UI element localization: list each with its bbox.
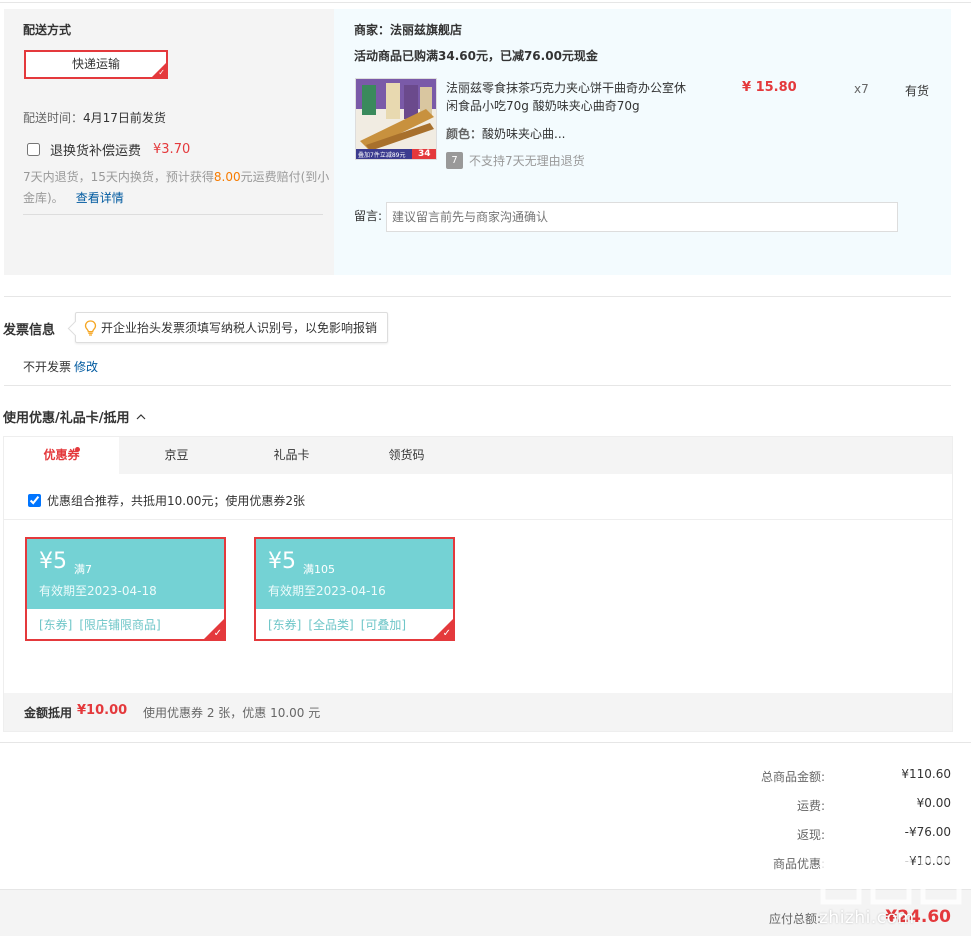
message-input[interactable] — [386, 202, 898, 232]
invoice-tip-text: 开企业抬头发票须填写纳税人识别号，以免影响报销 — [101, 321, 378, 335]
invoice-modify-link[interactable]: 修改 — [74, 360, 98, 374]
coupon-summary-amount: ¥10.00 — [77, 703, 128, 718]
merchant-name: 商家：法丽兹旗舰店 — [354, 21, 462, 38]
return-insurance-label: 退换货补偿运费 — [50, 144, 142, 159]
coupon-summary-desc: 使用优惠券 2 张，优惠 10.00 元 — [143, 706, 321, 720]
total-goods-label: 总商品金额: — [760, 770, 825, 784]
details-link[interactable]: 查看详情 — [76, 191, 124, 205]
message-label: 留言: — [354, 209, 383, 223]
coupon-condition: 满105 — [303, 563, 335, 576]
shipping-time-value: 4月17日前发货 — [83, 111, 166, 125]
cashback-value: -¥76.00 — [904, 825, 951, 839]
coupon-card[interactable]: ¥5 满105 有效期至2023-04-16 [东券] [全品类] [可叠加] ✓ — [254, 537, 455, 641]
check-icon: ✓ — [213, 628, 222, 639]
shipping-time: 配送时间：4月17日前发货 — [23, 109, 166, 126]
return-insurance-row: 退换货补偿运费 ¥3.70 — [27, 140, 190, 159]
total-goods-value: ¥110.60 — [901, 767, 951, 781]
coupon-condition: 满7 — [74, 563, 92, 576]
promo-text: 活动商品已购满34.60元，已减76.00元现金 — [354, 49, 598, 63]
product-photo-icon — [356, 79, 436, 159]
note-highlight: 8.00 — [213, 170, 241, 184]
coupon-tag: [全品类] — [308, 618, 354, 632]
tab-jingdou[interactable]: 京豆 — [119, 437, 234, 474]
top-divider — [0, 2, 971, 3]
watermark-text: zhizhi.com — [819, 908, 915, 928]
product-image[interactable]: 叠加7件立减89元 34 — [355, 78, 437, 160]
combo-checkbox[interactable] — [28, 494, 41, 507]
cashback-label: 返现: — [796, 828, 825, 842]
no-7day-return-text: 不支持7天无理由退货 — [469, 154, 585, 168]
coupon-tag: [可叠加] — [360, 618, 407, 632]
coupon-amount: ¥5 — [268, 549, 296, 574]
product-name[interactable]: 法丽兹零食抹茶巧克力夹心饼干曲奇办公室休闲食品小吃70g 酸奶味夹心曲奇70g — [446, 79, 696, 115]
divider — [23, 214, 323, 215]
return-insurance-price: ¥3.70 — [153, 142, 191, 157]
coupon-tag: [东券] — [39, 618, 73, 632]
coupon-tag: [东券] — [268, 618, 302, 632]
payable-label: 应付总额: — [768, 912, 821, 926]
tab-claim-code[interactable]: 领货码 — [349, 437, 464, 474]
shipping-title: 配送方式 — [23, 23, 72, 37]
return-insurance-checkbox[interactable] — [27, 143, 40, 156]
invoice-title: 发票信息 — [3, 323, 56, 338]
product-color-label: 颜色： — [446, 127, 483, 141]
image-price-text: 34 — [418, 149, 431, 159]
return-insurance-note: 7天内退货，15天内换货，预计获得8.00元运费赔付(到小金库)。 查看详情 — [23, 167, 333, 209]
coupon-summary-label: 金额抵用 — [24, 706, 73, 720]
coupon-section-title-text: 使用优惠/礼品卡/抵用 — [3, 411, 130, 426]
product-price: ¥ 15.80 — [742, 80, 797, 95]
divider — [4, 385, 951, 386]
combo-recommend: 优惠组合推荐，共抵用10.00元；使用优惠券2张 — [28, 492, 305, 509]
coupon-amount: ¥5 — [39, 549, 67, 574]
product-color-value: 酸奶味夹心曲... — [482, 127, 566, 141]
merchant-panel: 商家：法丽兹旗舰店 活动商品已购满34.60元，已减76.00元现金 叠加7件立… — [334, 9, 951, 275]
merchant-label: 商家： — [354, 23, 391, 37]
notification-dot-icon — [75, 447, 80, 452]
shipping-method-option[interactable]: 快递运输 ✓ — [24, 50, 168, 79]
shipping-fee-value: ¥0.00 — [916, 796, 951, 810]
coupon-section-title[interactable]: 使用优惠/礼品卡/抵用 — [3, 407, 146, 426]
coupon-header: ¥5 满105 有效期至2023-04-16 — [256, 539, 453, 609]
product-discount-value: -¥10.00 — [904, 854, 951, 868]
check-icon: ✓ — [158, 68, 165, 77]
coupon-panel: 优惠券 京豆 礼品卡 领货码 优惠组合推荐，共抵用10.00元；使用优惠券2张 … — [3, 436, 953, 732]
coupon-tags: [东券] [限店铺限商品] — [39, 616, 168, 633]
no-return-icon: 7 — [446, 152, 463, 169]
product-discount-label: 商品优惠: — [772, 857, 825, 871]
divider — [4, 296, 951, 297]
coupon-summary: 金额抵用 ¥10.00 使用优惠券 2 张，优惠 10.00 元 — [4, 693, 952, 731]
coupon-expiry: 有效期至2023-04-16 — [268, 584, 386, 598]
invoice-status: 不开发票 修改 — [23, 358, 98, 375]
invoice-tip: 开企业抬头发票须填写纳税人识别号，以免影响报销 — [75, 312, 389, 343]
chevron-up-icon — [136, 413, 145, 419]
image-banner-text: 叠加7件立减89元 — [358, 152, 406, 159]
coupon-tags: [东券] [全品类] [可叠加] — [268, 616, 413, 633]
shipping-time-label: 配送时间： — [23, 111, 84, 125]
no-7day-return: 7 不支持7天无理由退货 — [446, 152, 585, 169]
check-icon: ✓ — [442, 628, 451, 639]
shipping-fee-label: 运费: — [796, 799, 825, 813]
divider — [4, 519, 952, 520]
coupon-expiry: 有效期至2023-04-18 — [39, 584, 157, 598]
shipping-panel: 配送方式 快递运输 ✓ 配送时间：4月17日前发货 退换货补偿运费 ¥3.70 … — [4, 9, 334, 275]
invoice-status-text: 不开发票 — [23, 360, 72, 374]
tab-gift-card[interactable]: 礼品卡 — [234, 437, 349, 474]
coupon-tabs: 优惠券 京豆 礼品卡 领货码 — [4, 437, 952, 474]
coupon-card[interactable]: ¥5 满7 有效期至2023-04-18 [东券] [限店铺限商品] ✓ — [25, 537, 226, 641]
shipping-method-label: 快递运输 — [71, 57, 120, 71]
divider — [0, 742, 971, 743]
note-text: 7天内退货，15天内换货，预计获得 — [23, 170, 214, 184]
combo-text: 优惠组合推荐，共抵用10.00元；使用优惠券2张 — [47, 494, 305, 508]
merchant-store-name: 法丽兹旗舰店 — [390, 23, 463, 37]
coupon-tag: [限店铺限商品] — [79, 618, 161, 632]
product-quantity: x7 — [854, 82, 869, 96]
tab-coupons[interactable]: 优惠券 — [4, 437, 119, 474]
coupon-header: ¥5 满7 有效期至2023-04-18 — [27, 539, 224, 609]
product-color: 颜色：酸奶味夹心曲... — [446, 125, 565, 142]
lightbulb-icon — [84, 319, 97, 336]
product-stock: 有货 — [905, 84, 930, 98]
